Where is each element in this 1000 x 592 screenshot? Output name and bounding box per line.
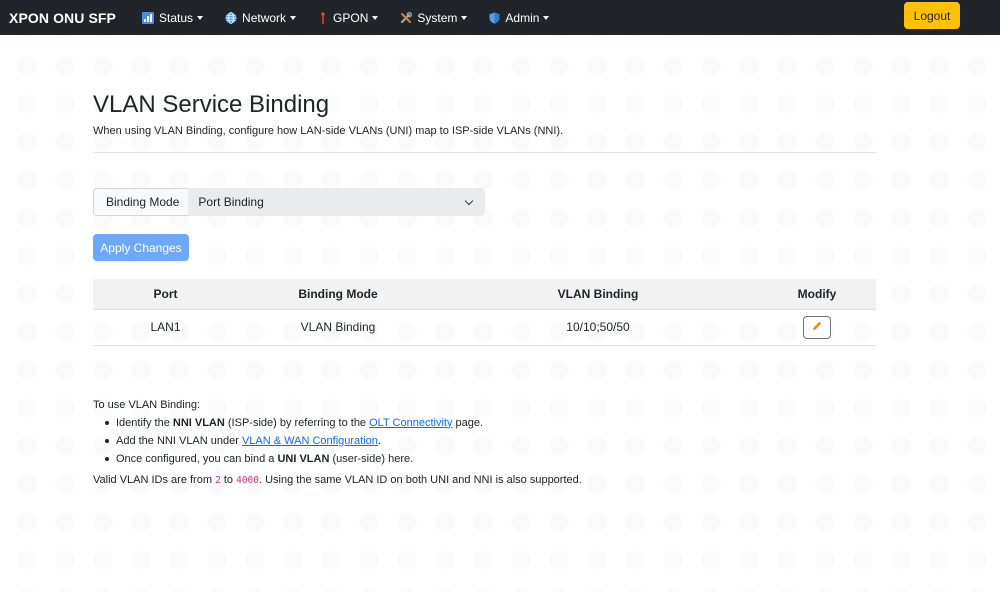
vlan-max-code: 4000 bbox=[236, 474, 259, 486]
column-header-modify: Modify bbox=[758, 279, 876, 310]
column-header-vlan-binding: VLAN Binding bbox=[438, 279, 758, 310]
cell-port: LAN1 bbox=[93, 309, 238, 346]
cell-vlan-binding: 10/10;50/50 bbox=[438, 309, 758, 346]
nav-status-label: Status bbox=[159, 10, 194, 25]
help-text: (user-side) here. bbox=[329, 452, 414, 465]
nav-network[interactable]: Network bbox=[225, 10, 297, 25]
table-header-row: Port Binding Mode VLAN Binding Modify bbox=[93, 279, 876, 310]
nav-system[interactable]: System bbox=[400, 10, 468, 25]
nav-gpon-label: GPON bbox=[333, 10, 369, 25]
help-text: Valid VLAN IDs are from bbox=[93, 473, 216, 486]
brand-title: XPON ONU SFP bbox=[9, 9, 116, 26]
cell-binding-mode: VLAN Binding bbox=[238, 309, 438, 346]
help-text: page. bbox=[452, 416, 484, 429]
help-text: Once configured, you can bind a bbox=[116, 452, 278, 465]
help-item-add-nni: Add the NNI VLAN under VLAN & WAN Config… bbox=[105, 432, 876, 450]
shield-icon bbox=[489, 12, 500, 24]
cell-modify bbox=[758, 309, 876, 346]
help-item-identify-nni: Identify the NNI VLAN (ISP-side) by refe… bbox=[105, 414, 876, 432]
caret-down-icon bbox=[290, 16, 297, 20]
apply-changes-button[interactable]: Apply Changes bbox=[93, 234, 189, 261]
nav-status[interactable]: Status bbox=[142, 10, 204, 25]
nav-admin[interactable]: Admin bbox=[489, 10, 550, 25]
top-navbar: XPON ONU SFP Status Network GPON System … bbox=[0, 0, 1000, 35]
help-text: . bbox=[377, 434, 381, 447]
table-row: LAN1 VLAN Binding 10/10;50/50 bbox=[93, 309, 876, 346]
globe-icon bbox=[225, 11, 237, 24]
nav-admin-label: Admin bbox=[505, 10, 540, 25]
valid-vlan-note: Valid VLAN IDs are from 2 to 4000. Using… bbox=[93, 471, 876, 490]
main-content: VLAN Service Binding When using VLAN Bin… bbox=[93, 35, 876, 490]
caret-down-icon bbox=[197, 16, 204, 20]
nav-system-label: System bbox=[417, 10, 458, 25]
help-section: To use VLAN Binding: Identify the NNI VL… bbox=[93, 396, 876, 490]
bar-chart-icon bbox=[142, 11, 154, 24]
binding-mode-group: Binding Mode Port Binding bbox=[93, 188, 485, 216]
logout-button[interactable]: Logout bbox=[904, 2, 960, 29]
section-divider bbox=[93, 152, 876, 153]
page-subtitle: When using VLAN Binding, configure how L… bbox=[93, 125, 564, 137]
olt-connectivity-link[interactable]: OLT Connectivity bbox=[369, 417, 452, 429]
pencil-icon bbox=[812, 320, 823, 334]
help-bold: NNI VLAN bbox=[172, 416, 225, 429]
chevron-down-icon bbox=[464, 196, 474, 205]
help-text: Add the NNI VLAN under bbox=[116, 434, 242, 447]
help-text: . Using the same VLAN ID on both UNI and… bbox=[258, 473, 582, 486]
help-list: Identify the NNI VLAN (ISP-side) by refe… bbox=[105, 414, 876, 468]
antenna-icon bbox=[318, 11, 328, 24]
help-item-bind-uni: Once configured, you can bind a UNI VLAN… bbox=[105, 450, 876, 468]
caret-down-icon bbox=[461, 16, 468, 20]
help-text: Identify the bbox=[116, 416, 173, 429]
binding-mode-select[interactable]: Port Binding bbox=[188, 188, 485, 216]
caret-down-icon bbox=[543, 16, 550, 20]
help-intro: To use VLAN Binding: bbox=[93, 398, 201, 411]
binding-mode-label: Binding Mode bbox=[93, 188, 189, 216]
page-title: VLAN Service Binding bbox=[93, 91, 330, 118]
tools-icon bbox=[400, 11, 413, 24]
help-text: (ISP-side) by referring to the bbox=[224, 416, 370, 429]
vlan-wan-config-link[interactable]: VLAN & WAN Configuration bbox=[242, 435, 378, 447]
nav-gpon[interactable]: GPON bbox=[318, 10, 379, 25]
edit-button[interactable] bbox=[803, 315, 831, 339]
column-header-binding-mode: Binding Mode bbox=[238, 279, 438, 310]
help-bold: UNI VLAN bbox=[277, 452, 330, 465]
nav-network-label: Network bbox=[242, 10, 287, 25]
binding-mode-value: Port Binding bbox=[198, 195, 264, 209]
help-text: to bbox=[220, 473, 237, 486]
column-header-port: Port bbox=[93, 279, 238, 310]
caret-down-icon bbox=[372, 16, 379, 20]
vlan-binding-table: Port Binding Mode VLAN Binding Modify LA… bbox=[93, 279, 876, 346]
